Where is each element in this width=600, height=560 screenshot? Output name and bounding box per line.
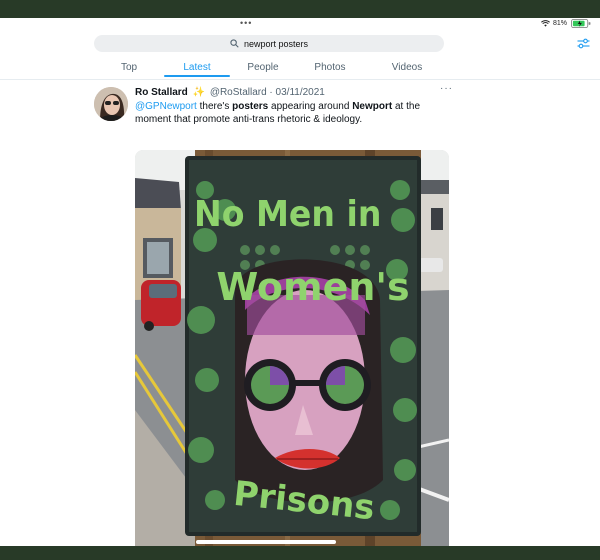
search-bar-row: newport posters <box>0 34 600 54</box>
active-tab-indicator <box>164 75 230 77</box>
author-handle-date[interactable]: @RoStallard · 03/11/2021 <box>210 87 325 98</box>
tweet-text-highlight: Newport <box>352 101 393 112</box>
status-bar: ••• 81% <box>0 18 600 32</box>
tweet-text-highlight: posters <box>232 101 269 112</box>
mention-link[interactable]: @GPNewport <box>135 101 197 112</box>
tab-top[interactable]: Top <box>112 62 146 73</box>
tab-videos[interactable]: Videos <box>380 62 434 73</box>
multitask-dots-icon[interactable]: ••• <box>240 18 254 28</box>
status-indicators: 81% <box>541 19 592 28</box>
search-input[interactable]: newport posters <box>94 35 444 52</box>
home-indicator[interactable] <box>196 540 336 544</box>
tweet-text: @GPNewport there's posters appearing aro… <box>135 100 435 126</box>
tweet[interactable]: Ro Stallard ✨ @RoStallard · 03/11/2021 ·… <box>0 80 600 546</box>
tweet-text-part: there's <box>196 101 233 112</box>
poster-text-line-1: No Men in <box>194 194 381 236</box>
search-tabs: Top Latest People Photos Videos <box>0 58 600 78</box>
battery-charging-icon <box>571 19 591 28</box>
author-name[interactable]: Ro Stallard <box>135 87 188 98</box>
tab-latest[interactable]: Latest <box>170 62 224 73</box>
search-icon <box>230 39 239 48</box>
poster-text-line-2: Women's <box>216 265 409 309</box>
tab-photos[interactable]: Photos <box>302 62 358 73</box>
avatar[interactable] <box>94 87 128 121</box>
search-query: newport posters <box>243 38 309 49</box>
street-poster-photo: No Men in Women's Prisons <box>135 150 449 546</box>
tweet-header: Ro Stallard ✨ @RoStallard · 03/11/2021 <box>135 87 325 99</box>
wifi-icon <box>541 20 550 27</box>
tab-people[interactable]: People <box>236 62 290 73</box>
tweet-text-part: appearing around <box>268 101 353 112</box>
app-screen: ••• 81% newport posters Top Latest Peopl… <box>0 18 600 546</box>
battery-percent: 81% <box>552 20 567 27</box>
more-options-icon[interactable]: ··· <box>440 83 453 94</box>
tweet-media-image[interactable]: No Men in Women's Prisons <box>135 150 449 546</box>
filter-settings-icon[interactable] <box>577 38 590 49</box>
sparkle-icon: ✨ <box>192 87 206 98</box>
avatar-photo <box>94 87 128 121</box>
